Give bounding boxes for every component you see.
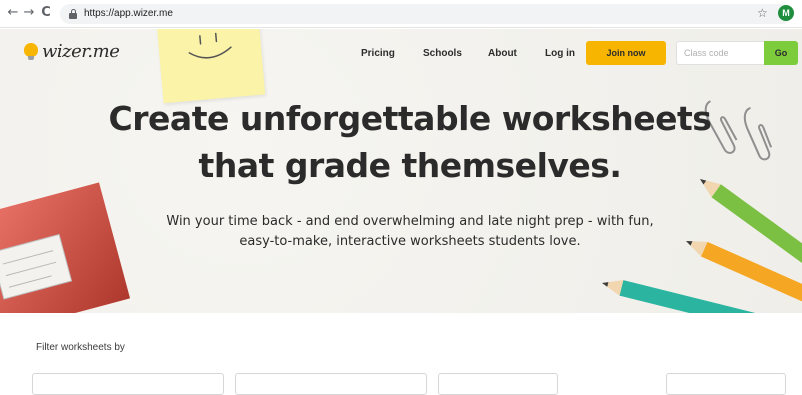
filter-dropdown-2[interactable]	[235, 373, 427, 395]
back-icon[interactable]: ←	[6, 6, 20, 20]
lock-icon	[69, 9, 77, 19]
hero-subline-line1: Win your time back - and end overwhelmin…	[166, 214, 654, 229]
reload-icon[interactable]: C	[39, 6, 53, 20]
hero-headline-line2: that grade themselves.	[198, 146, 622, 185]
nav-about[interactable]: About	[488, 48, 517, 59]
nav-schools[interactable]: Schools	[423, 48, 462, 59]
bookmark-star-icon[interactable]: ☆	[757, 6, 768, 20]
hero-section: wizer.me Pricing Schools About Log in Jo…	[0, 29, 802, 313]
browser-toolbar: ← → C https://app.wizer.me ☆ M	[0, 0, 802, 28]
hero-headline-line1: Create unforgettable worksheets	[108, 99, 712, 138]
filter-heading: Filter worksheets by	[36, 342, 125, 353]
address-bar[interactable]: https://app.wizer.me	[60, 4, 792, 24]
hero-subline-line2: easy-to-make, interactive worksheets stu…	[239, 234, 581, 249]
filter-dropdown-1[interactable]	[32, 373, 224, 395]
class-code-input[interactable]: Class code	[676, 41, 764, 65]
profile-avatar[interactable]: M	[778, 5, 794, 21]
forward-icon[interactable]: →	[22, 6, 36, 20]
join-now-button[interactable]: Join now	[586, 41, 666, 65]
sticky-note-illustration	[156, 29, 266, 104]
filter-dropdown-4[interactable]	[666, 373, 786, 395]
logo-text: wizer.me	[42, 41, 120, 62]
url-text[interactable]: https://app.wizer.me	[84, 8, 173, 19]
nav-pricing[interactable]: Pricing	[361, 48, 395, 59]
nav-login[interactable]: Log in	[545, 48, 575, 59]
filter-dropdown-3[interactable]	[438, 373, 558, 395]
lightbulb-icon	[24, 43, 38, 60]
go-button[interactable]: Go	[764, 41, 798, 65]
